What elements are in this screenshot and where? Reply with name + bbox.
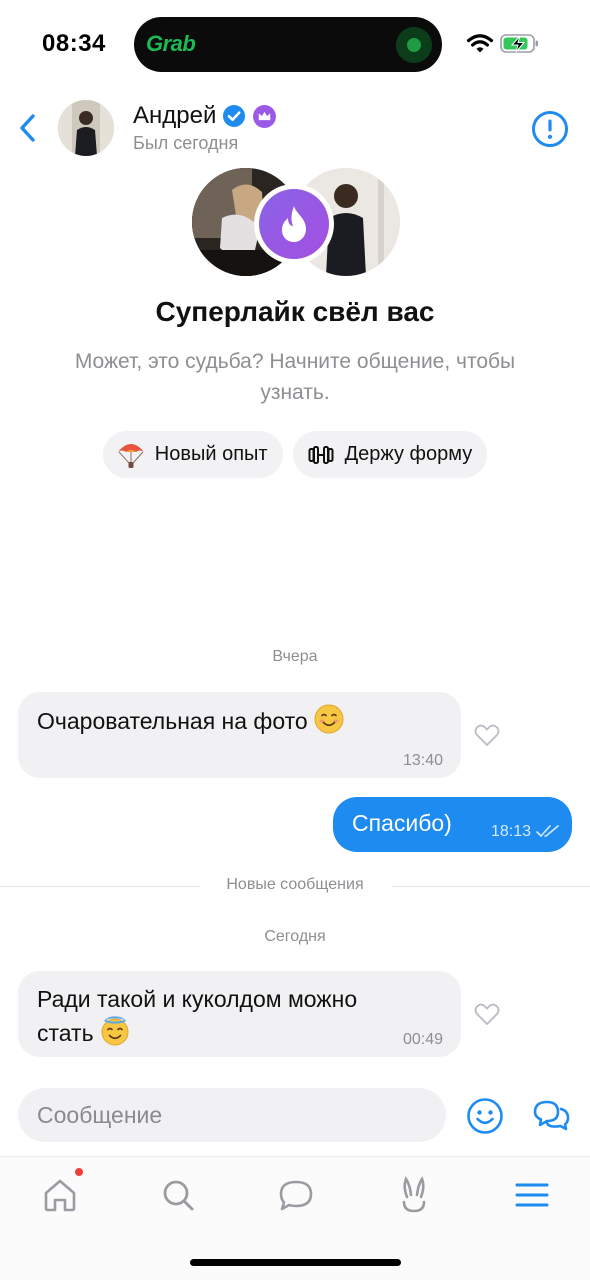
emoji-smile-icon[interactable] — [466, 1097, 504, 1135]
message-text: Спасибо) — [352, 810, 452, 836]
match-photos — [192, 168, 402, 278]
dumbbell-icon — [305, 439, 337, 471]
chat-suggestions-icon[interactable] — [531, 1097, 571, 1135]
message-text: Ради такой и куколдом можно стать — [37, 986, 358, 1046]
chip-new-experience[interactable]: Новый опыт — [102, 431, 283, 478]
message-text: Очаровательная на фото — [37, 708, 308, 734]
day-separator-today: Сегодня — [264, 928, 326, 945]
status-bar: 08:34 Grab — [0, 0, 590, 88]
new-messages-divider: Новые сообщения — [0, 876, 590, 896]
avatar-photo — [58, 100, 114, 156]
crown-premium-icon — [253, 104, 277, 128]
avatar[interactable] — [58, 100, 114, 156]
home-indicator — [190, 1259, 401, 1266]
island-indicator — [396, 27, 432, 63]
battery-charging-icon — [500, 34, 538, 53]
chip-label: Новый опыт — [154, 443, 268, 465]
chat-header: Андрей Был сегодня — [0, 92, 590, 164]
notification-dot — [75, 1168, 83, 1176]
contact-name: Андрей — [133, 102, 217, 129]
heart-icon[interactable] — [472, 720, 502, 750]
wifi-icon — [466, 34, 494, 53]
island-app-label: Grab — [146, 31, 196, 56]
home-icon[interactable] — [40, 1175, 80, 1215]
incoming-message[interactable]: Очаровательная на фото 13:40 — [18, 692, 461, 778]
status-time: 08:34 — [42, 30, 106, 57]
smiling-face-emoji — [314, 704, 344, 734]
message-composer — [18, 1088, 446, 1142]
day-separator-yesterday: Вчера — [272, 648, 318, 665]
interest-chips: Новый опыт Держу форму — [0, 431, 590, 478]
menu-icon[interactable] — [512, 1175, 552, 1215]
message-time: 00:49 — [402, 1031, 443, 1048]
verified-check-icon — [223, 105, 246, 127]
chat-icon[interactable] — [276, 1175, 316, 1215]
halo-face-emoji — [101, 1016, 129, 1046]
double-check-read-icon — [536, 825, 559, 837]
chip-keep-fit[interactable]: Держу форму — [292, 431, 488, 478]
outgoing-message[interactable]: Спасибо) 18:13 — [333, 797, 572, 852]
message-time: 18:13 — [491, 823, 532, 840]
chevron-left-icon[interactable] — [14, 110, 44, 146]
superlike-badge — [254, 184, 334, 264]
chip-label: Держу форму — [344, 443, 473, 465]
match-description: Может, это судьба? Начните общение, чтоб… — [74, 350, 516, 404]
incoming-message[interactable]: Ради такой и куколдом можно стать 00:49 — [18, 971, 461, 1057]
dynamic-island: Grab — [134, 17, 442, 72]
bunny-icon[interactable] — [394, 1175, 434, 1215]
alert-circle-icon[interactable] — [530, 109, 570, 149]
flame-icon — [282, 206, 306, 242]
last-seen-status: Был сегодня — [133, 133, 239, 153]
heart-icon[interactable] — [472, 999, 502, 1029]
contact-name-row: Андрей — [133, 102, 277, 130]
search-icon[interactable] — [158, 1175, 198, 1215]
message-input[interactable] — [18, 1088, 446, 1142]
parachute-icon — [115, 439, 147, 471]
message-time: 13:40 — [402, 752, 443, 769]
new-messages-label: Новые сообщения — [216, 876, 374, 893]
match-title: Суперлайк свёл вас — [155, 296, 435, 327]
